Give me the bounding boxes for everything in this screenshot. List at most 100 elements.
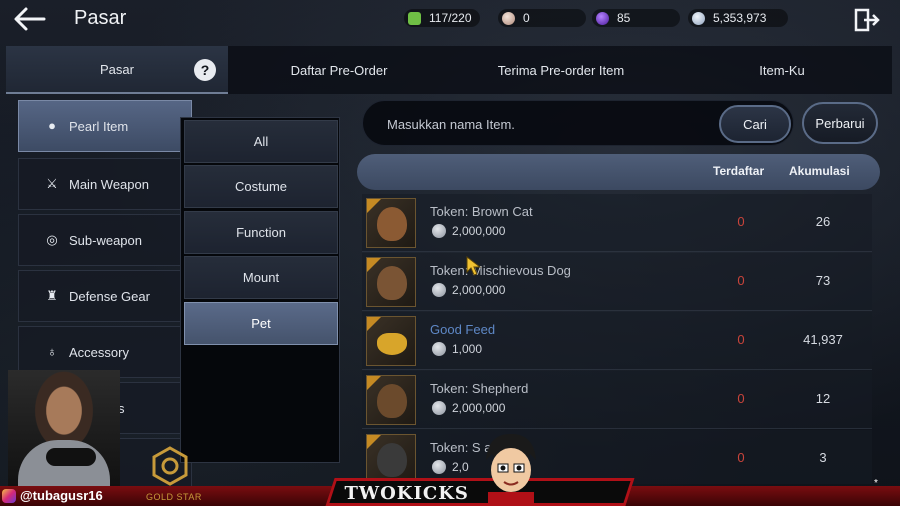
- category-main-weapon[interactable]: ⚔ Main Weapon: [18, 158, 192, 210]
- item-price: 2,000,000: [432, 224, 505, 238]
- search-bar: Cari Perbarui: [362, 100, 880, 146]
- resource-purple-gem: 85: [592, 9, 680, 27]
- col-registered: Terdaftar: [713, 164, 765, 178]
- registered-count: 0: [737, 450, 745, 465]
- item-thumbnail: [366, 257, 416, 307]
- item-list: Token: Brown Cat 2,000,000 0 26 Token: M…: [362, 194, 872, 484]
- subcategory-all[interactable]: All: [184, 120, 338, 163]
- category-sub-weapon[interactable]: ◎ Sub-weapon: [18, 214, 192, 266]
- registered-count: 0: [737, 332, 745, 347]
- category-label: Main Weapon: [69, 176, 149, 192]
- table-row[interactable]: Token: Mischievous Dog 2,000,000 0 73: [362, 253, 872, 311]
- tab-label: Terima Pre-order Item: [497, 62, 625, 78]
- cat-icon: [377, 207, 407, 241]
- category-label: Sub-weapon: [69, 232, 142, 248]
- market-tabs: Pasar ? Daftar Pre-Order Terima Pre-orde…: [6, 46, 892, 94]
- item-name: Token: Shepherd: [430, 381, 529, 396]
- item-name: Token: Mischievous Dog: [430, 263, 571, 278]
- item-thumbnail: [366, 316, 416, 366]
- table-header: Terdaftar Akumulasi: [357, 154, 880, 190]
- subcategory-pet[interactable]: Pet: [184, 302, 338, 345]
- accumulated-count: 3: [819, 450, 827, 465]
- energy-value: 117/220: [429, 11, 472, 25]
- pearl-value: 0: [523, 11, 530, 25]
- social-handle: @tubagusr16: [2, 488, 103, 503]
- refresh-button[interactable]: Perbarui: [802, 102, 878, 144]
- silver-coin-icon: [432, 460, 446, 474]
- silver-coin-icon: [432, 401, 446, 415]
- pearl-icon: [502, 11, 515, 25]
- energy-icon: [408, 11, 421, 25]
- decor-star: *: [874, 478, 878, 489]
- registered-count: 0: [737, 391, 745, 406]
- purple-gem-value: 85: [617, 11, 631, 25]
- page-title: Pasar: [74, 7, 127, 29]
- subcategory-function[interactable]: Function: [184, 211, 338, 254]
- item-name: Good Feed: [430, 322, 496, 337]
- instagram-icon: [2, 488, 16, 503]
- streamer-webcam: [8, 370, 120, 486]
- price-value: 2,000,000: [452, 224, 506, 238]
- category-defense-gear[interactable]: ♜ Defense Gear: [18, 270, 192, 322]
- top-bar: Pasar 117/220 0 85 5,353,973: [0, 0, 900, 38]
- category-label: Accessory: [69, 344, 129, 360]
- shepherd-dog-icon: [377, 384, 407, 418]
- accumulated-count: 73: [815, 273, 831, 288]
- item-thumbnail: [366, 375, 416, 425]
- tab-label: Daftar Pre-Order: [290, 62, 388, 78]
- subcategory-mount[interactable]: Mount: [184, 256, 338, 299]
- search-box: Cari: [362, 100, 794, 146]
- ring-icon: ♁: [47, 344, 57, 359]
- search-button[interactable]: Cari: [719, 105, 791, 143]
- crossed-swords-icon: ⚔: [46, 176, 58, 191]
- feed-bowl-icon: [377, 333, 407, 355]
- registered-count: 0: [737, 214, 745, 229]
- category-pearl-item[interactable]: ● Pearl Item: [18, 100, 192, 152]
- shield-ring-icon: ◎: [46, 232, 58, 247]
- microphone-icon: [46, 448, 96, 466]
- price-value: 2,000,000: [452, 283, 506, 297]
- table-row[interactable]: Token: S ack Cat 2,0 0 3: [362, 430, 872, 484]
- pearl-icon: ●: [48, 118, 56, 133]
- category-label: Pearl Item: [69, 118, 129, 134]
- tab-pasar[interactable]: Pasar ?: [6, 46, 228, 94]
- tab-my-items[interactable]: Item-Ku: [672, 46, 892, 94]
- item-price: 2,000,000: [432, 401, 505, 415]
- dog-icon: [377, 266, 407, 300]
- price-value: 2,0: [452, 460, 469, 474]
- accumulated-count: 12: [815, 391, 831, 406]
- col-accumulated: Akumulasi: [789, 164, 850, 178]
- price-value: 1,000: [452, 342, 483, 356]
- table-row[interactable]: Token: Brown Cat 2,000,000 0 26: [362, 194, 872, 252]
- resource-energy: 117/220: [404, 9, 480, 27]
- subcategory-costume[interactable]: Costume: [184, 165, 338, 208]
- mascot-avatar: [486, 434, 536, 506]
- black-cat-icon: [377, 443, 407, 477]
- tab-receive-pre-order[interactable]: Terima Pre-order Item: [450, 46, 672, 94]
- item-name: Token: Brown Cat: [430, 204, 533, 219]
- tab-label: Pasar: [100, 61, 134, 77]
- category-label: Defense Gear: [69, 288, 150, 304]
- silver-coin-icon: [432, 283, 446, 297]
- gold-star-logo: [152, 446, 188, 486]
- accumulated-count: 41,937: [803, 332, 843, 347]
- mouse-cursor-icon: [466, 256, 482, 276]
- table-row[interactable]: Good Feed 1,000 0 41,937: [362, 312, 872, 370]
- tab-label: Item-Ku: [759, 62, 805, 78]
- search-input[interactable]: [387, 113, 687, 135]
- resource-pearl: 0: [498, 9, 586, 27]
- table-row[interactable]: Token: Shepherd 2,000,000 0 12: [362, 371, 872, 429]
- tab-pre-order-list[interactable]: Daftar Pre-Order: [228, 46, 450, 94]
- item-price: 2,000,000: [432, 283, 505, 297]
- registered-count: 0: [737, 273, 745, 288]
- back-arrow-icon[interactable]: [12, 6, 46, 32]
- armor-icon: ♜: [46, 288, 58, 303]
- item-thumbnail: [366, 434, 416, 484]
- silver-coin-icon: [692, 11, 705, 25]
- channel-name: TWOKICKS: [344, 483, 469, 504]
- item-price: 2,0: [432, 460, 469, 474]
- help-icon[interactable]: ?: [194, 59, 216, 81]
- purple-gem-icon: [596, 11, 609, 25]
- price-value: 2,000,000: [452, 401, 506, 415]
- exit-icon[interactable]: [854, 8, 880, 32]
